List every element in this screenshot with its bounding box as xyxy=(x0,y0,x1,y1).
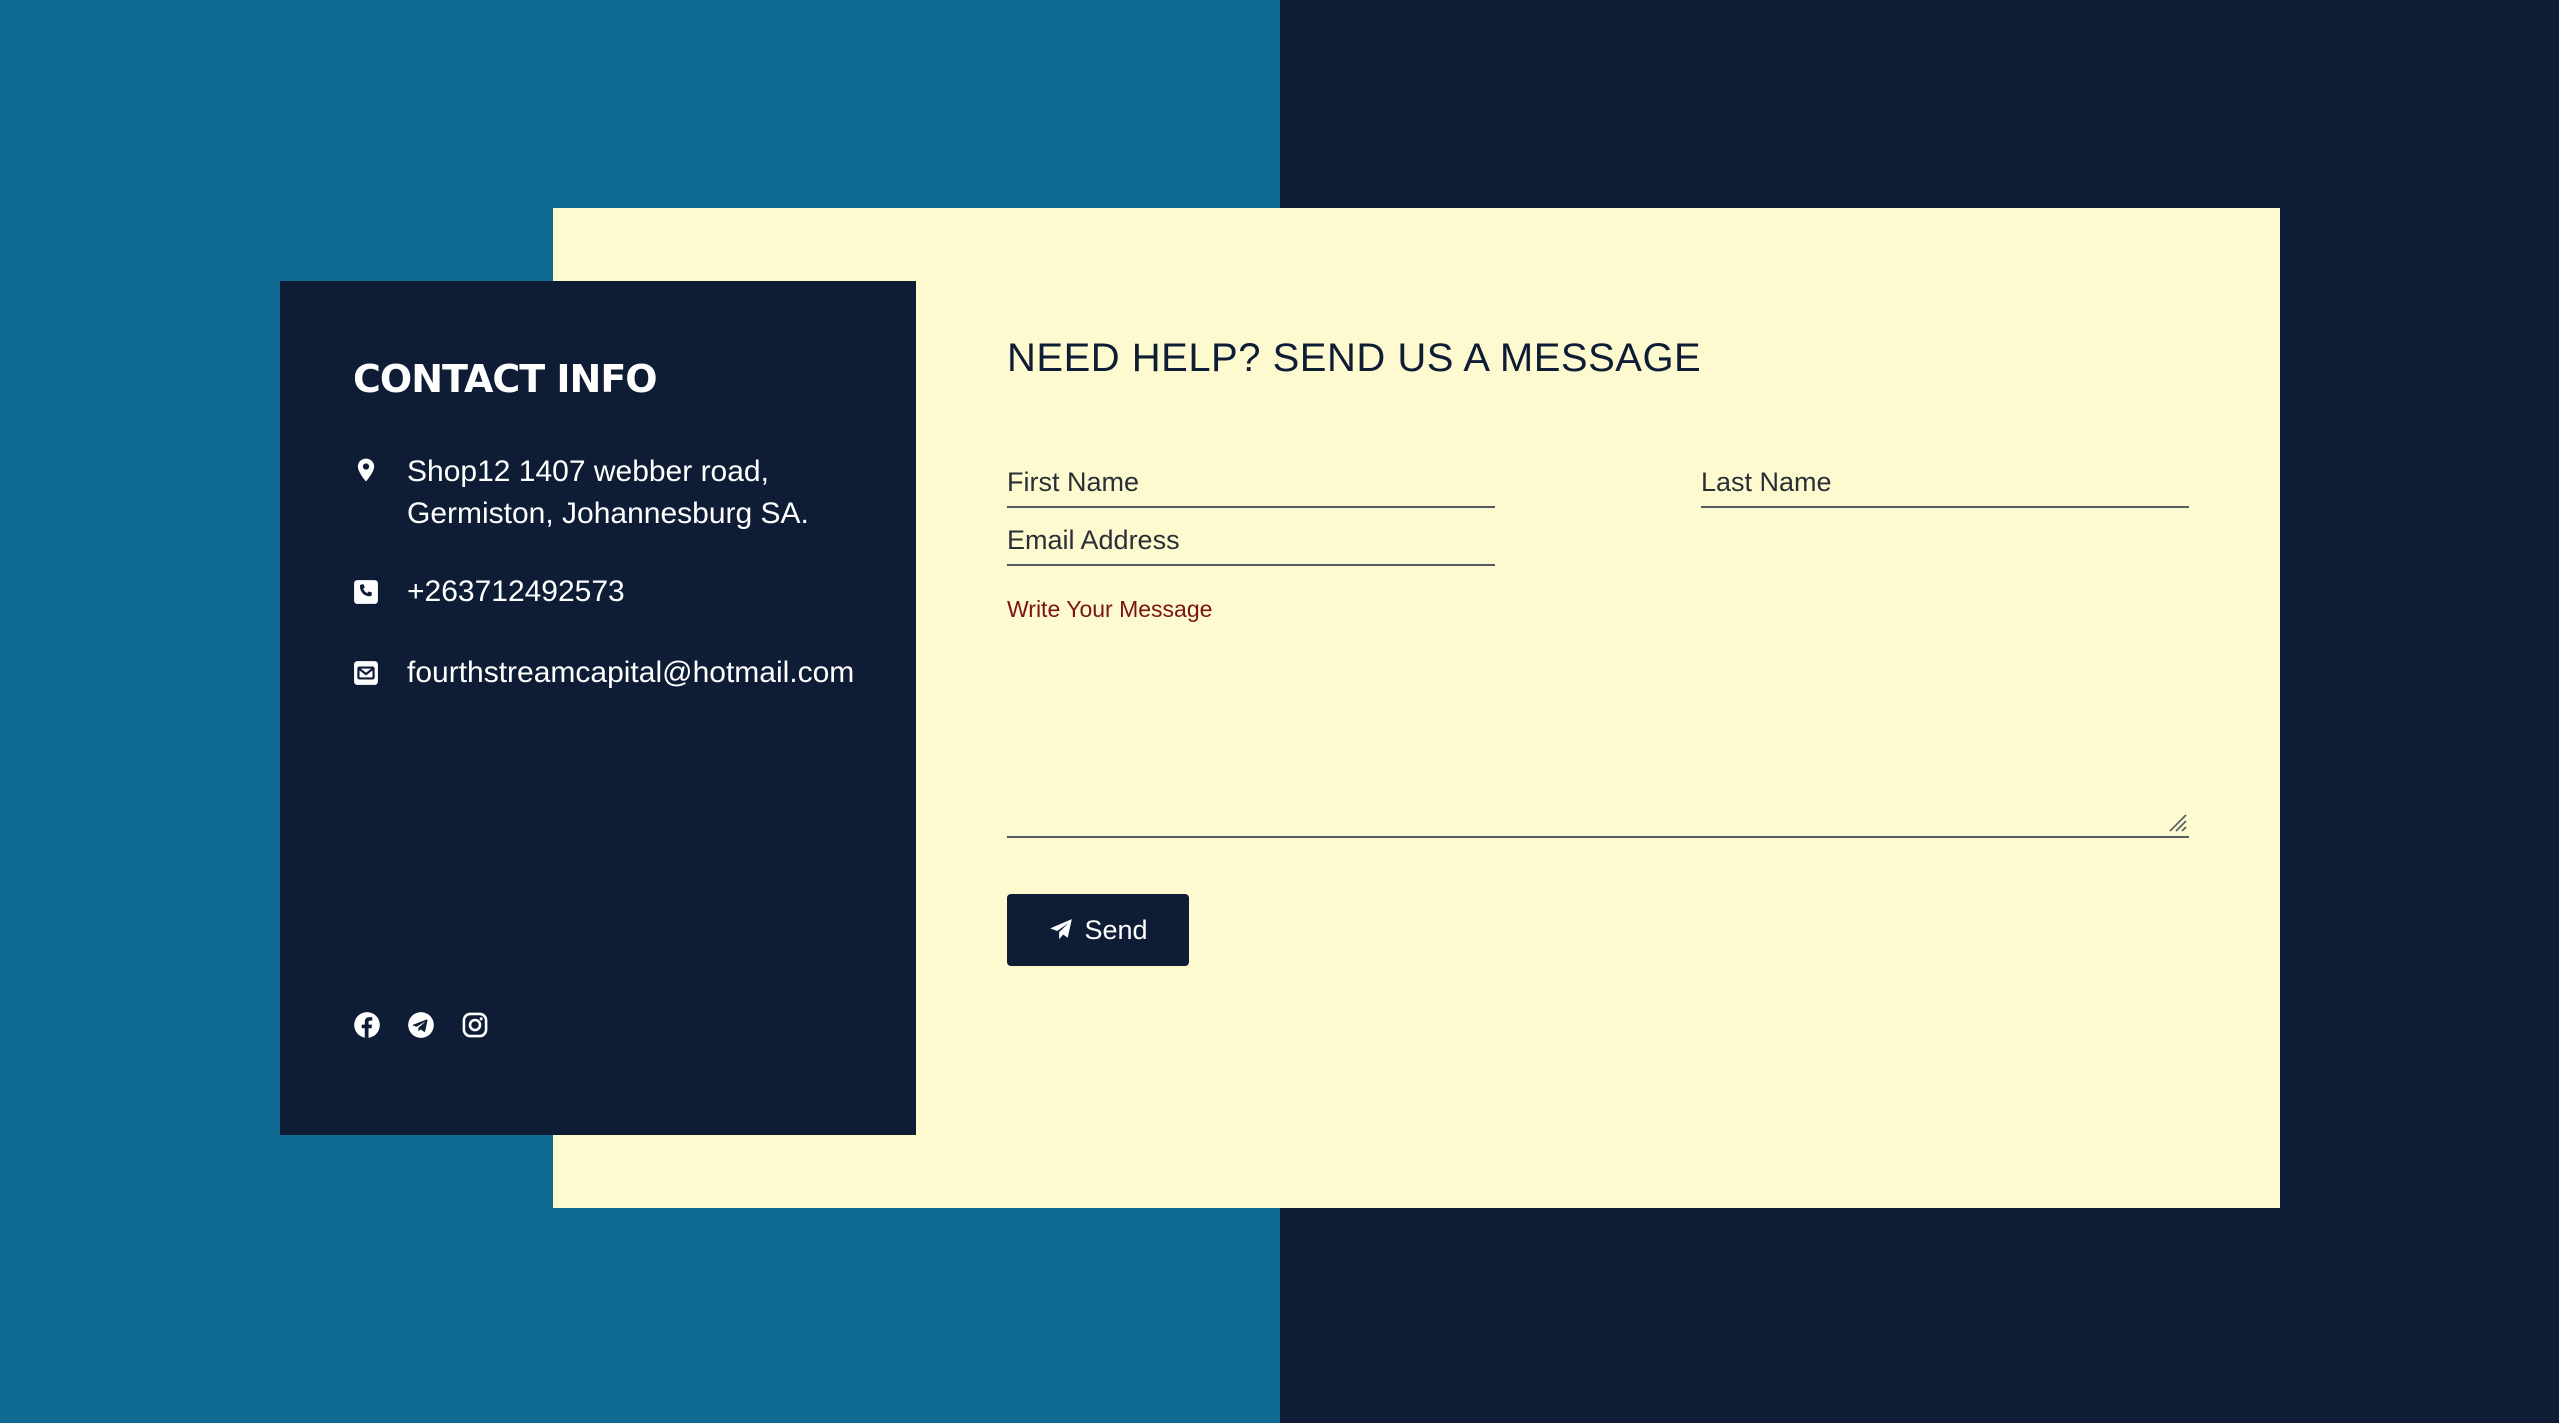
address-line-1: Shop12 1407 webber road, xyxy=(407,455,769,488)
resize-handle[interactable] xyxy=(2165,810,2187,832)
envelope-icon xyxy=(353,660,379,686)
send-button[interactable]: Send xyxy=(1007,894,1189,966)
message-field xyxy=(1007,586,2189,838)
paper-plane-icon xyxy=(1048,917,1074,943)
email-text: fourthstreamcapital@hotmail.com xyxy=(407,656,855,689)
last-name-field xyxy=(1701,450,2189,508)
contact-info-card: CONTACT INFO Shop12 1407 webber road, Ge… xyxy=(280,281,916,1135)
last-name-input[interactable] xyxy=(1701,467,2189,498)
address-text: Shop12 1407 webber road, Germiston, Joha… xyxy=(407,451,809,535)
email-field xyxy=(1007,508,1495,566)
message-textarea[interactable] xyxy=(1007,596,2189,826)
first-name-input[interactable] xyxy=(1007,467,1495,498)
address-line-2: Germiston, Johannesburg SA. xyxy=(407,497,809,530)
phone-text: +263712492573 xyxy=(407,575,625,608)
email-input[interactable] xyxy=(1007,525,1495,556)
send-button-label: Send xyxy=(1084,914,1148,945)
location-pin-icon xyxy=(353,457,379,483)
first-name-field xyxy=(1007,450,1495,508)
social-links xyxy=(353,1011,489,1039)
contact-info-title: CONTACT INFO xyxy=(353,357,658,401)
form-title: NEED HELP? SEND US A MESSAGE xyxy=(1007,336,1702,380)
instagram-icon[interactable] xyxy=(461,1011,489,1039)
telegram-icon[interactable] xyxy=(407,1011,435,1039)
phone-icon xyxy=(353,579,379,605)
facebook-icon[interactable] xyxy=(353,1011,381,1039)
